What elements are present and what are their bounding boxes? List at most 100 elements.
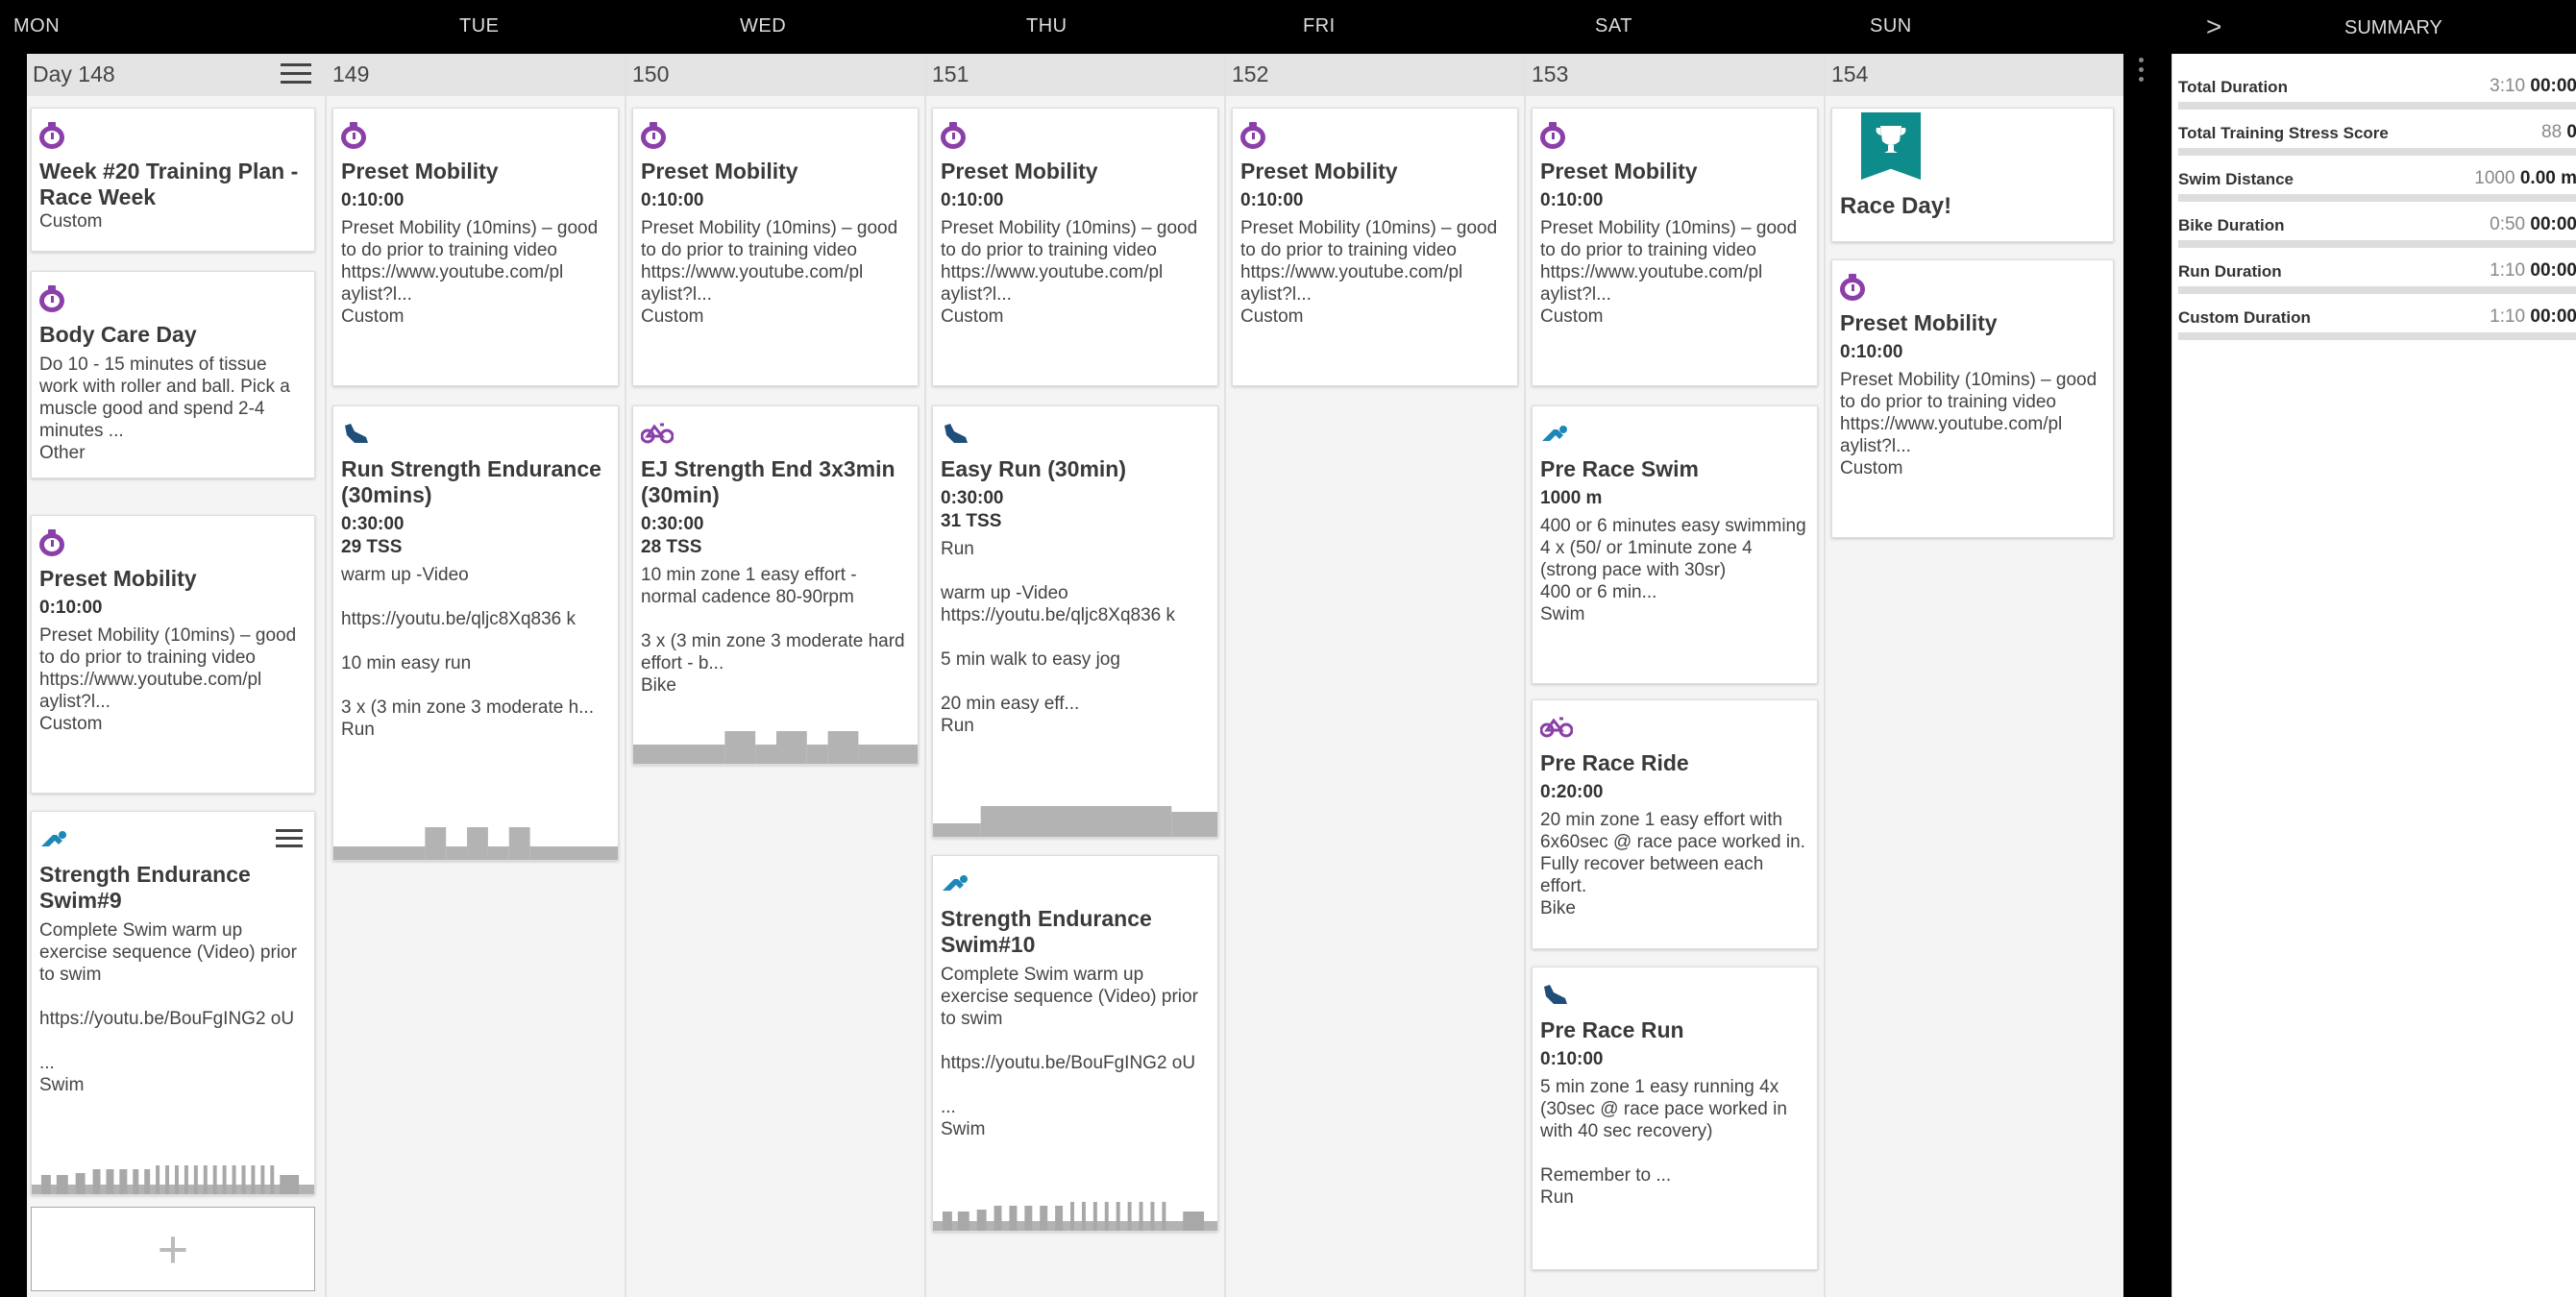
- card-duration: 0:30:00: [341, 514, 405, 534]
- card-title: Strength Endurance Swim#9: [39, 862, 251, 913]
- card-menu-icon[interactable]: [276, 829, 303, 848]
- day-label: 149: [327, 54, 625, 96]
- summary-value: 1000 0.00 m: [2474, 168, 2576, 189]
- card-type: Bike: [1540, 898, 1576, 918]
- workout-card-body-care[interactable]: Body Care Day Do 10 - 15 minutes of tiss…: [31, 271, 315, 478]
- summary-planned-value: 0:50: [2490, 214, 2526, 234]
- summary-planned-value: 1000: [2474, 168, 2515, 188]
- card-type: Swim: [39, 1075, 85, 1095]
- day-column-thu: 151 Preset Mobility 0:10:00 Preset Mobil…: [926, 54, 1226, 1297]
- stopwatch-icon: [1240, 122, 1265, 149]
- card-type: Swim: [1540, 604, 1585, 624]
- day-menu-icon[interactable]: [281, 63, 311, 85]
- workout-card-mobility[interactable]: Preset Mobility 0:10:00 Preset Mobility …: [332, 108, 619, 386]
- summary-label: Custom Duration: [2178, 308, 2311, 327]
- workout-card-mobility[interactable]: Preset Mobility 0:10:00 Preset Mobility …: [1831, 259, 2114, 538]
- day-label: 152: [1226, 54, 1524, 96]
- card-type: Other: [39, 443, 86, 463]
- card-title: Preset Mobility: [1840, 310, 1998, 335]
- workout-card-week-plan[interactable]: Week #20 Training Plan - Race Week Custo…: [31, 108, 315, 252]
- summary-row-custom-duration: Custom Duration 1:10 00:00: [2172, 296, 2576, 342]
- day-column-sat: 153 Preset Mobility 0:10:00 Preset Mobil…: [1526, 54, 1826, 1297]
- card-type: Run: [341, 720, 375, 740]
- workout-card-run-strength[interactable]: Run Strength Endurance (30mins) 0:30:00 …: [332, 405, 619, 861]
- card-type: Custom: [641, 306, 704, 327]
- workout-card-swim-10[interactable]: Strength Endurance Swim#10 Complete Swim…: [932, 855, 1218, 1232]
- add-workout-button[interactable]: +: [31, 1207, 315, 1291]
- card-type: Swim: [941, 1119, 986, 1139]
- workout-card-mobility[interactable]: Preset Mobility 0:10:00 Preset Mobility …: [1532, 108, 1818, 386]
- card-description: Preset Mobility (10mins) – good to do pr…: [1840, 370, 2102, 456]
- card-duration: 0:10:00: [1540, 190, 1604, 210]
- intensity-chart: [333, 825, 618, 860]
- summary-progress-bar: [2178, 102, 2576, 110]
- card-type: Custom: [941, 306, 1004, 327]
- summary-completed-value: 00:00: [2530, 260, 2576, 281]
- card-description: Preset Mobility (10mins) – good to do pr…: [341, 218, 603, 305]
- card-title: Pre Race Swim: [1540, 456, 1699, 481]
- summary-progress-bar: [2178, 286, 2576, 294]
- workout-card-pre-race-swim[interactable]: Pre Race Swim 1000 m 400 or 6 minutes ea…: [1532, 405, 1818, 684]
- card-title: Easy Run (30min): [941, 456, 1126, 481]
- workout-card-mobility[interactable]: Preset Mobility 0:10:00 Preset Mobility …: [31, 515, 315, 794]
- card-title: Run Strength Endurance (30mins): [341, 456, 601, 507]
- run-shoe-icon: [1544, 985, 1567, 1004]
- card-title: Pre Race Run: [1540, 1017, 1684, 1042]
- card-duration: 0:10:00: [1240, 190, 1304, 210]
- workout-card-pre-race-ride[interactable]: Pre Race Ride 0:20:00 20 min zone 1 easy…: [1532, 699, 1818, 949]
- day-column-tue: 149 Preset Mobility 0:10:00 Preset Mobil…: [327, 54, 626, 1297]
- day-number: Day 148: [33, 61, 115, 86]
- summary-label: Bike Duration: [2178, 216, 2285, 234]
- workout-card-mobility[interactable]: Preset Mobility 0:10:00 Preset Mobility …: [1232, 108, 1518, 386]
- intensity-chart: [32, 1160, 314, 1194]
- card-tss: 29 TSS: [341, 537, 403, 557]
- day-header-sat: SAT: [1595, 15, 1632, 37]
- intensity-chart: [633, 729, 918, 764]
- card-title: Week #20 Training Plan - Race Week: [39, 159, 299, 209]
- workout-card-easy-run[interactable]: Easy Run (30min) 0:30:00 31 TSS Run warm…: [932, 405, 1218, 838]
- workout-card-pre-race-run[interactable]: Pre Race Run 0:10:00 5 min zone 1 easy r…: [1532, 967, 1818, 1270]
- bike-icon: [1540, 717, 1573, 738]
- day-label: 150: [626, 54, 924, 96]
- card-title: Preset Mobility: [941, 159, 1098, 184]
- summary-planned-value: 1:10: [2490, 260, 2526, 281]
- card-description: Do 10 - 15 minutes of tissue work with r…: [39, 355, 296, 441]
- workout-card-swim-9[interactable]: Strength Endurance Swim#9 Complete Swim …: [31, 811, 315, 1195]
- workout-card-mobility[interactable]: Preset Mobility 0:10:00 Preset Mobility …: [932, 108, 1218, 386]
- day-number: 149: [332, 61, 370, 86]
- summary-row-swim-distance: Swim Distance 1000 0.00 m: [2172, 158, 2576, 204]
- summary-progress-bar: [2178, 194, 2576, 202]
- day-header-fri: FRI: [1303, 15, 1336, 37]
- summary-planned-value: 3:10: [2490, 76, 2526, 96]
- workout-card-mobility[interactable]: Preset Mobility 0:10:00 Preset Mobility …: [632, 108, 919, 386]
- summary-completed-value: 0: [2566, 122, 2576, 142]
- summary-value: 3:10 00:00: [2490, 76, 2576, 97]
- stopwatch-icon: [1840, 274, 1865, 301]
- card-title: Preset Mobility: [341, 159, 499, 184]
- card-type: Custom: [1240, 306, 1304, 327]
- card-type: Custom: [39, 211, 103, 232]
- day-label: Day 148: [27, 54, 325, 96]
- summary-expand-chevron-icon[interactable]: >: [2206, 12, 2221, 42]
- day-label: 154: [1826, 54, 2123, 96]
- more-options-icon[interactable]: [2139, 58, 2145, 86]
- run-shoe-icon: [945, 424, 968, 443]
- stopwatch-icon: [39, 122, 64, 149]
- stopwatch-icon: [1540, 122, 1565, 149]
- card-title: Preset Mobility: [1540, 159, 1698, 184]
- card-description: Preset Mobility (10mins) – good to do pr…: [1540, 218, 1803, 305]
- event-card-race-day[interactable]: Race Day!: [1831, 108, 2114, 242]
- card-title: Pre Race Ride: [1540, 750, 1689, 775]
- summary-row-total-duration: Total Duration 3:10 00:00: [2172, 65, 2576, 111]
- workout-card-ej-strength-bike[interactable]: EJ Strength End 3x3min (30min) 0:30:00 2…: [632, 405, 919, 765]
- card-description: Preset Mobility (10mins) – good to do pr…: [39, 625, 302, 712]
- day-header-thu: THU: [1026, 15, 1067, 37]
- top-bar: MON TUE WED THU FRI SAT SUN > SUMMARY: [0, 0, 2576, 54]
- summary-completed-value: 0.00 m: [2519, 168, 2576, 188]
- card-type: Custom: [1540, 306, 1604, 327]
- summary-label: Swim Distance: [2178, 170, 2294, 188]
- summary-value: 88 0: [2541, 122, 2576, 143]
- card-title: Preset Mobility: [1240, 159, 1398, 184]
- card-description: Preset Mobility (10mins) – good to do pr…: [641, 218, 903, 305]
- day-number: 154: [1831, 61, 1869, 86]
